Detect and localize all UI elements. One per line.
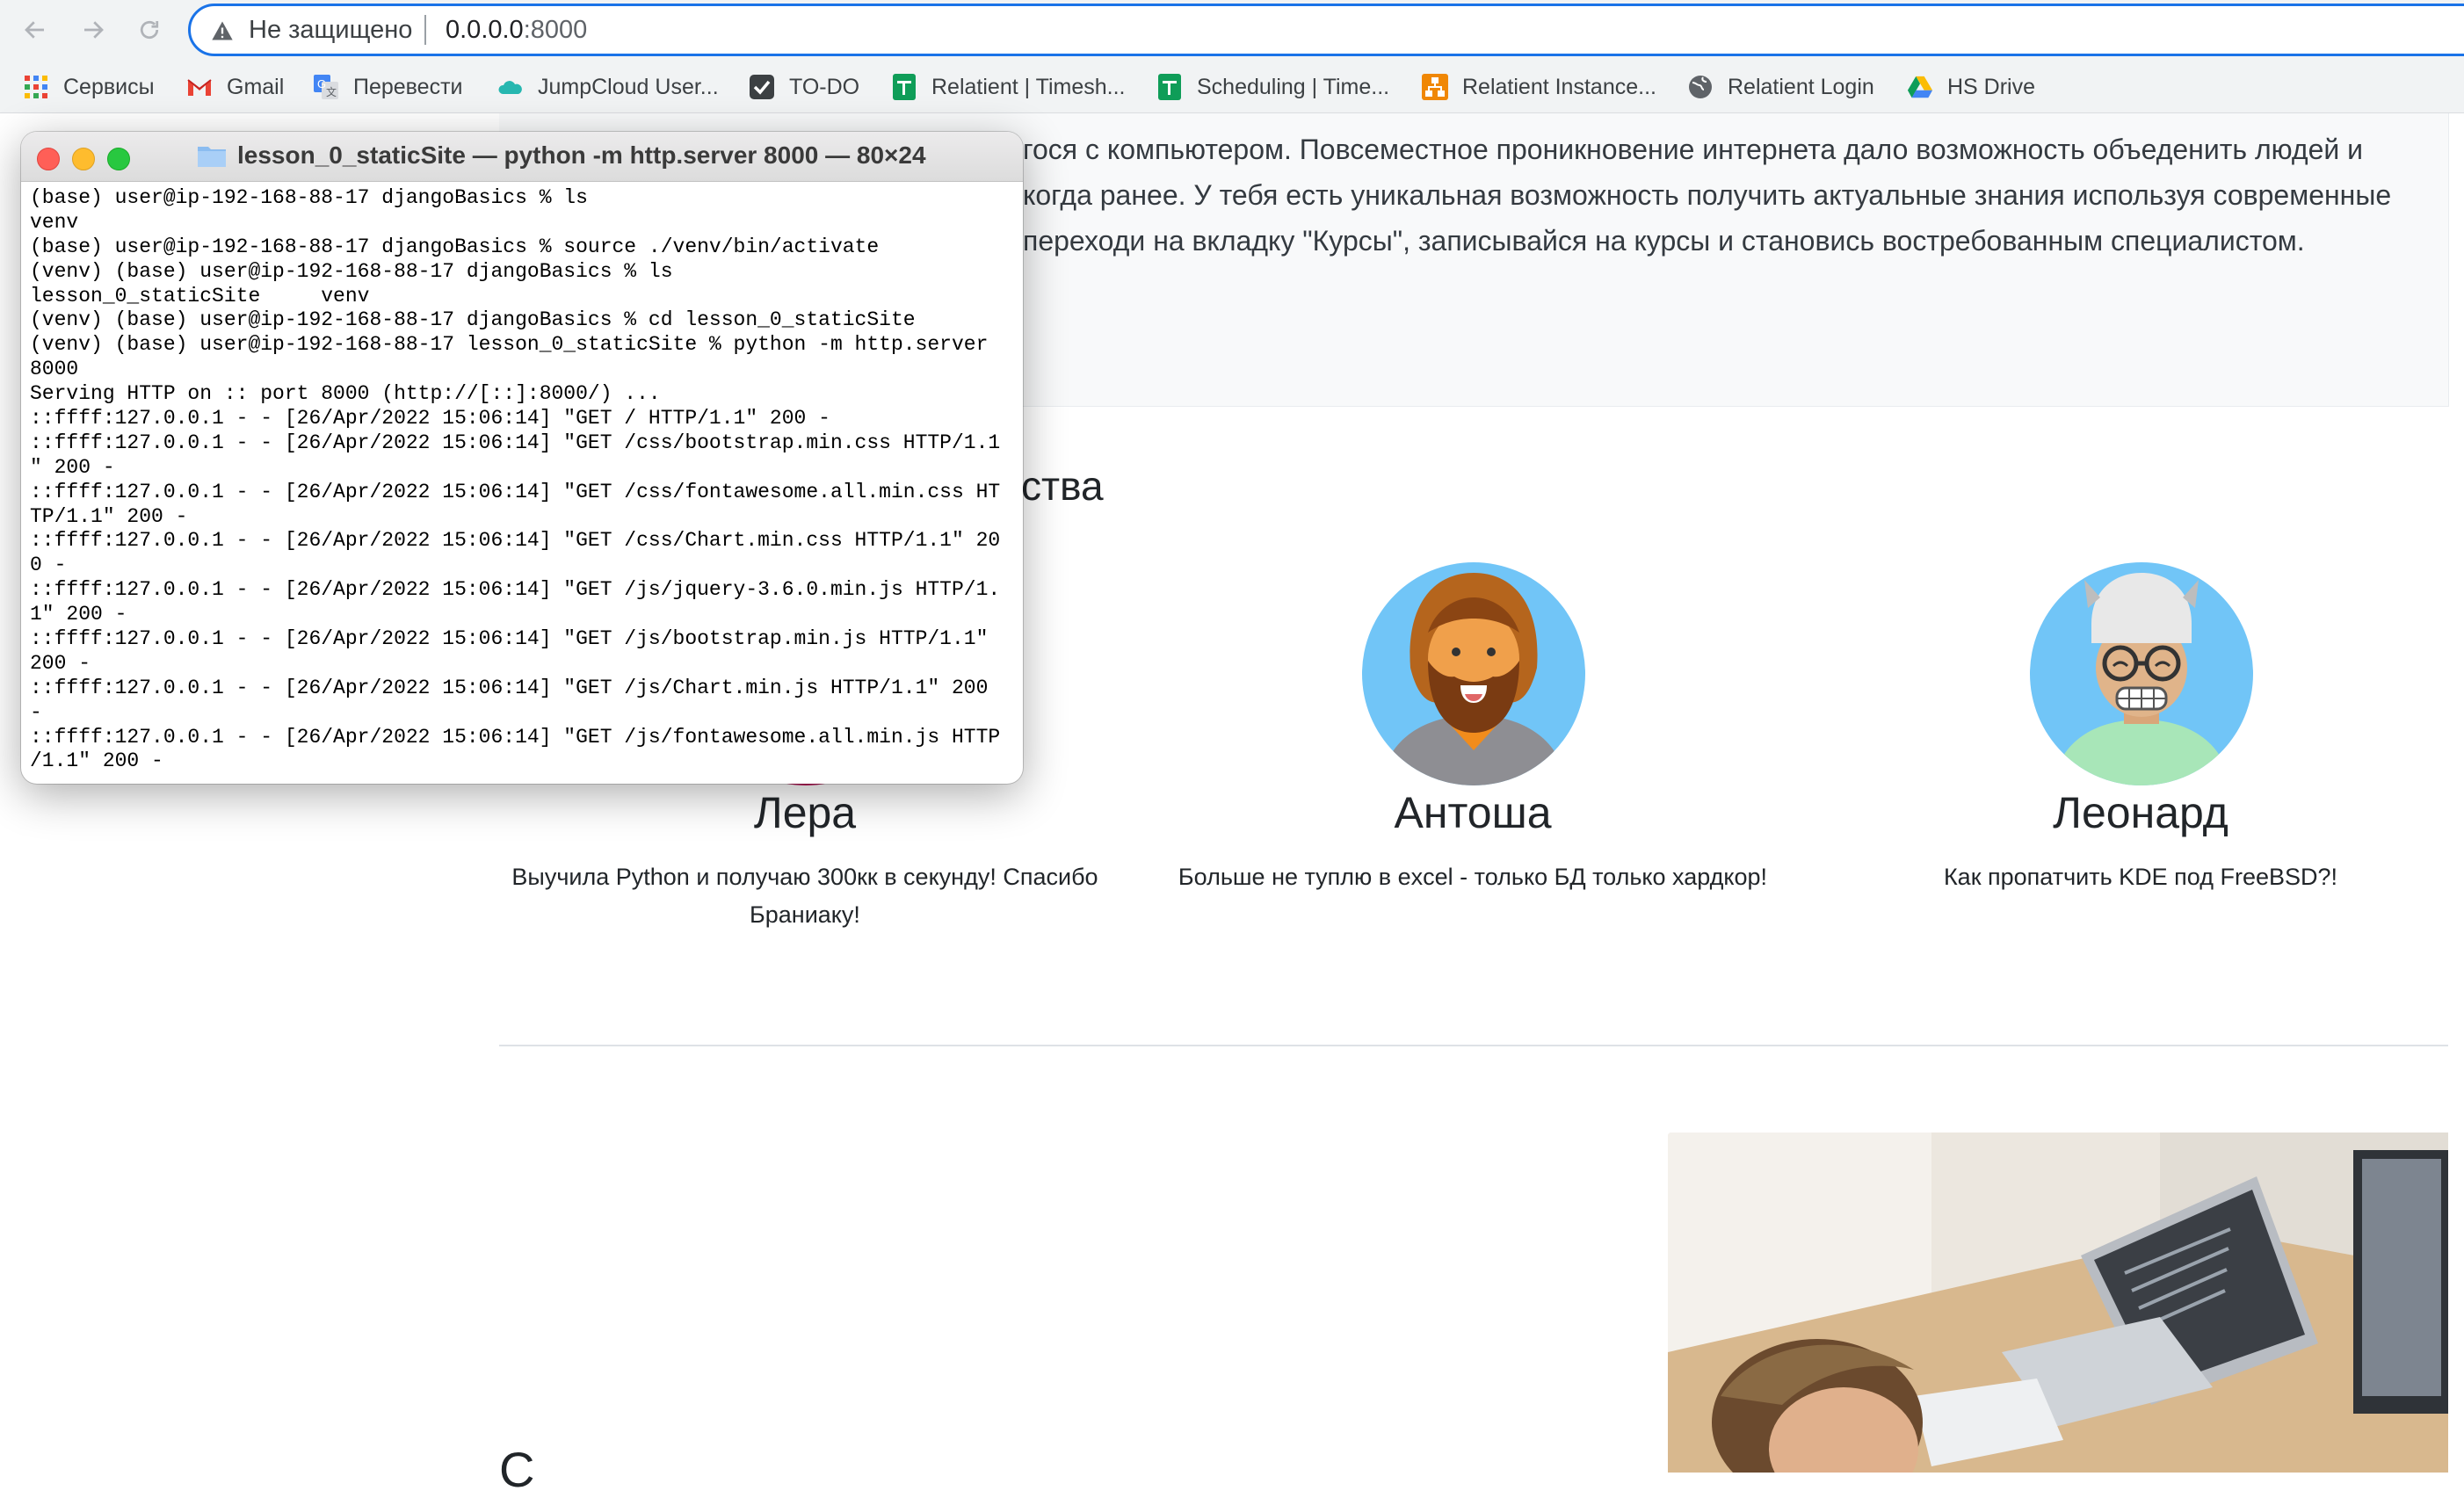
next-section-heading: С [499, 1442, 535, 1497]
reload-button[interactable] [128, 9, 170, 51]
terminal-line: 8000 [30, 358, 79, 381]
address-bar[interactable]: Не защищено 0.0.0.0:8000 [188, 4, 2464, 56]
terminal-line: 200 - [30, 651, 91, 675]
forward-button[interactable] [72, 9, 114, 51]
terminal-line: ::ffff:127.0.0.1 - - [26/Apr/2022 15:06:… [30, 431, 1001, 454]
intro-text-line: переходи на вкладку "Курсы", записывайся… [1023, 225, 2305, 257]
apps-grid-icon [23, 74, 49, 100]
translate-icon: G文 [313, 74, 339, 100]
jumpcloud-icon [497, 74, 524, 100]
drive-icon [1907, 74, 1933, 100]
bookmark-label: Relatient Instance... [1462, 74, 1656, 99]
folder-icon [198, 147, 226, 167]
antosha-avatar [1362, 562, 1585, 785]
intro-text-line: когда ранее. У тебя есть уникальная возм… [1023, 179, 2392, 211]
terminal-title: lesson_0_staticSite — python -m http.ser… [197, 141, 926, 170]
globe-icon [1687, 74, 1714, 100]
terminal-line: Serving HTTP on :: port 8000 (http://[::… [30, 382, 661, 406]
terminal-line: (venv) (base) user@ip-192-168-88-17 less… [30, 333, 989, 357]
back-button[interactable] [14, 9, 56, 51]
terminal-line: 0 - [30, 554, 67, 577]
terminal-title-text: lesson_0_staticSite — python -m http.ser… [237, 141, 926, 169]
url-port: :8000 [523, 16, 588, 44]
bookmark-relatient-instance[interactable]: Relatient Instance... [1422, 72, 1656, 102]
terminal-line: lesson_0_staticSite venv [30, 284, 370, 308]
close-window-button[interactable] [37, 148, 60, 170]
terminal-line: /1.1" 200 - [30, 749, 163, 773]
browser-toolbar: Не защищено 0.0.0.0:8000 [0, 0, 2464, 62]
person-name-leonard: Леонард [2053, 788, 2228, 837]
address-separator [424, 15, 426, 45]
bookmark-relatient-login[interactable]: Relatient Login [1687, 72, 1874, 102]
terminal-line: ::ffff:127.0.0.1 - - [26/Apr/2022 15:06:… [30, 578, 1001, 602]
not-secure-label[interactable]: Не защищено [249, 16, 412, 45]
bookmark-label: Relatient Login [1728, 74, 1874, 99]
terminal-titlebar[interactable]: lesson_0_staticSite — python -m http.ser… [21, 132, 1023, 182]
bookmark-label: TO-DO [789, 74, 860, 99]
testimonials-heading: ства [1021, 463, 1104, 509]
bookmark-jumpcloud[interactable]: JumpCloud User... [497, 72, 719, 102]
terminal-line: (base) user@ip-192-168-88-17 djangoBasic… [30, 186, 588, 209]
bookmark-apps[interactable]: Сервисы [23, 72, 155, 102]
url-host: 0.0.0.0 [446, 16, 524, 44]
bookmark-label: Сервисы [63, 74, 155, 99]
bookmark-label: JumpCloud User... [538, 74, 719, 99]
person-quote-lera: Выучила Python и получаю 300кк в секунду… [511, 864, 1098, 928]
gmail-icon [186, 74, 213, 100]
forward-arrow-icon [84, 21, 104, 39]
diagram-icon [1422, 74, 1448, 100]
intro-text-line: гося с компьютером. Повсеместное проникн… [1023, 134, 2364, 165]
terminal-line: 1" 200 - [30, 603, 127, 626]
url-text[interactable]: 0.0.0.0:8000 [446, 16, 587, 45]
section-divider [499, 1045, 2448, 1046]
bookmark-label: Scheduling | Time... [1197, 74, 1390, 99]
bookmark-label: Перевести [353, 74, 463, 99]
terminal-line: ::ffff:127.0.0.1 - - [26/Apr/2022 15:06:… [30, 529, 1001, 553]
checkbox-icon [749, 74, 775, 100]
bookmark-scheduling[interactable]: Scheduling | Time... [1156, 72, 1389, 102]
leonard-avatar [2030, 562, 2253, 785]
terminal-line: ::ffff:127.0.0.1 - - [26/Apr/2022 15:06:… [30, 676, 989, 699]
reload-icon [140, 20, 159, 40]
person-quote-antosha: Больше не туплю в excel - только БД толь… [1178, 864, 1768, 890]
terminal-line: (venv) (base) user@ip-192-168-88-17 djan… [30, 259, 673, 283]
person-name-antosha: Антоша [1394, 788, 1552, 837]
warning-icon [212, 21, 233, 40]
bookmark-label: Relatient | Timesh... [931, 74, 1126, 99]
terminal-line: ::ffff:127.0.0.1 - - [26/Apr/2022 15:06:… [30, 480, 1001, 503]
bookmark-label: HS Drive [1947, 74, 2036, 99]
sheets-icon [891, 74, 917, 100]
minimize-window-button[interactable] [72, 148, 95, 170]
terminal-line: ::ffff:127.0.0.1 - - [26/Apr/2022 15:06:… [30, 627, 989, 651]
terminal-line: (venv) (base) user@ip-192-168-88-17 djan… [30, 308, 916, 332]
terminal-line: ::ffff:127.0.0.1 - - [26/Apr/2022 15:06:… [30, 407, 830, 431]
zoom-window-button[interactable] [107, 148, 130, 170]
terminal-line: " 200 - [30, 455, 115, 479]
back-arrow-icon [25, 21, 44, 39]
person-name-lera: Лера [753, 788, 857, 837]
bookmark-translate[interactable]: G文 Перевести [313, 72, 463, 102]
bookmark-hs-drive[interactable]: HS Drive [1907, 72, 2035, 102]
sheets-icon [1156, 74, 1183, 100]
bookmark-todo[interactable]: TO-DO [749, 72, 859, 102]
terminal-window[interactable]: lesson_0_staticSite — python -m http.ser… [21, 132, 1023, 784]
bookmark-label: Gmail [227, 74, 285, 99]
svg-text:G: G [317, 77, 326, 90]
terminal-line: - [30, 700, 42, 724]
terminal-line: (base) user@ip-192-168-88-17 djangoBasic… [30, 235, 880, 258]
svg-text:文: 文 [326, 85, 337, 98]
person-quote-leonard: Как пропатчить KDE под FreeBSD?! [1943, 864, 2338, 890]
bookmarks-bar: Сервисы Gmail G文 Перевести JumpCloud Use… [0, 62, 2464, 113]
terminal-output[interactable]: (base) user@ip-192-168-88-17 djangoBasic… [30, 186, 1016, 774]
terminal-line: ::ffff:127.0.0.1 - - [26/Apr/2022 15:06:… [30, 725, 1001, 749]
bookmark-relatient-timesheet[interactable]: Relatient | Timesh... [891, 72, 1125, 102]
bookmark-gmail[interactable]: Gmail [186, 72, 284, 102]
terminal-line: venv [30, 210, 79, 234]
hero-photo [1668, 1133, 2448, 1473]
terminal-line: TP/1.1" 200 - [30, 504, 188, 528]
